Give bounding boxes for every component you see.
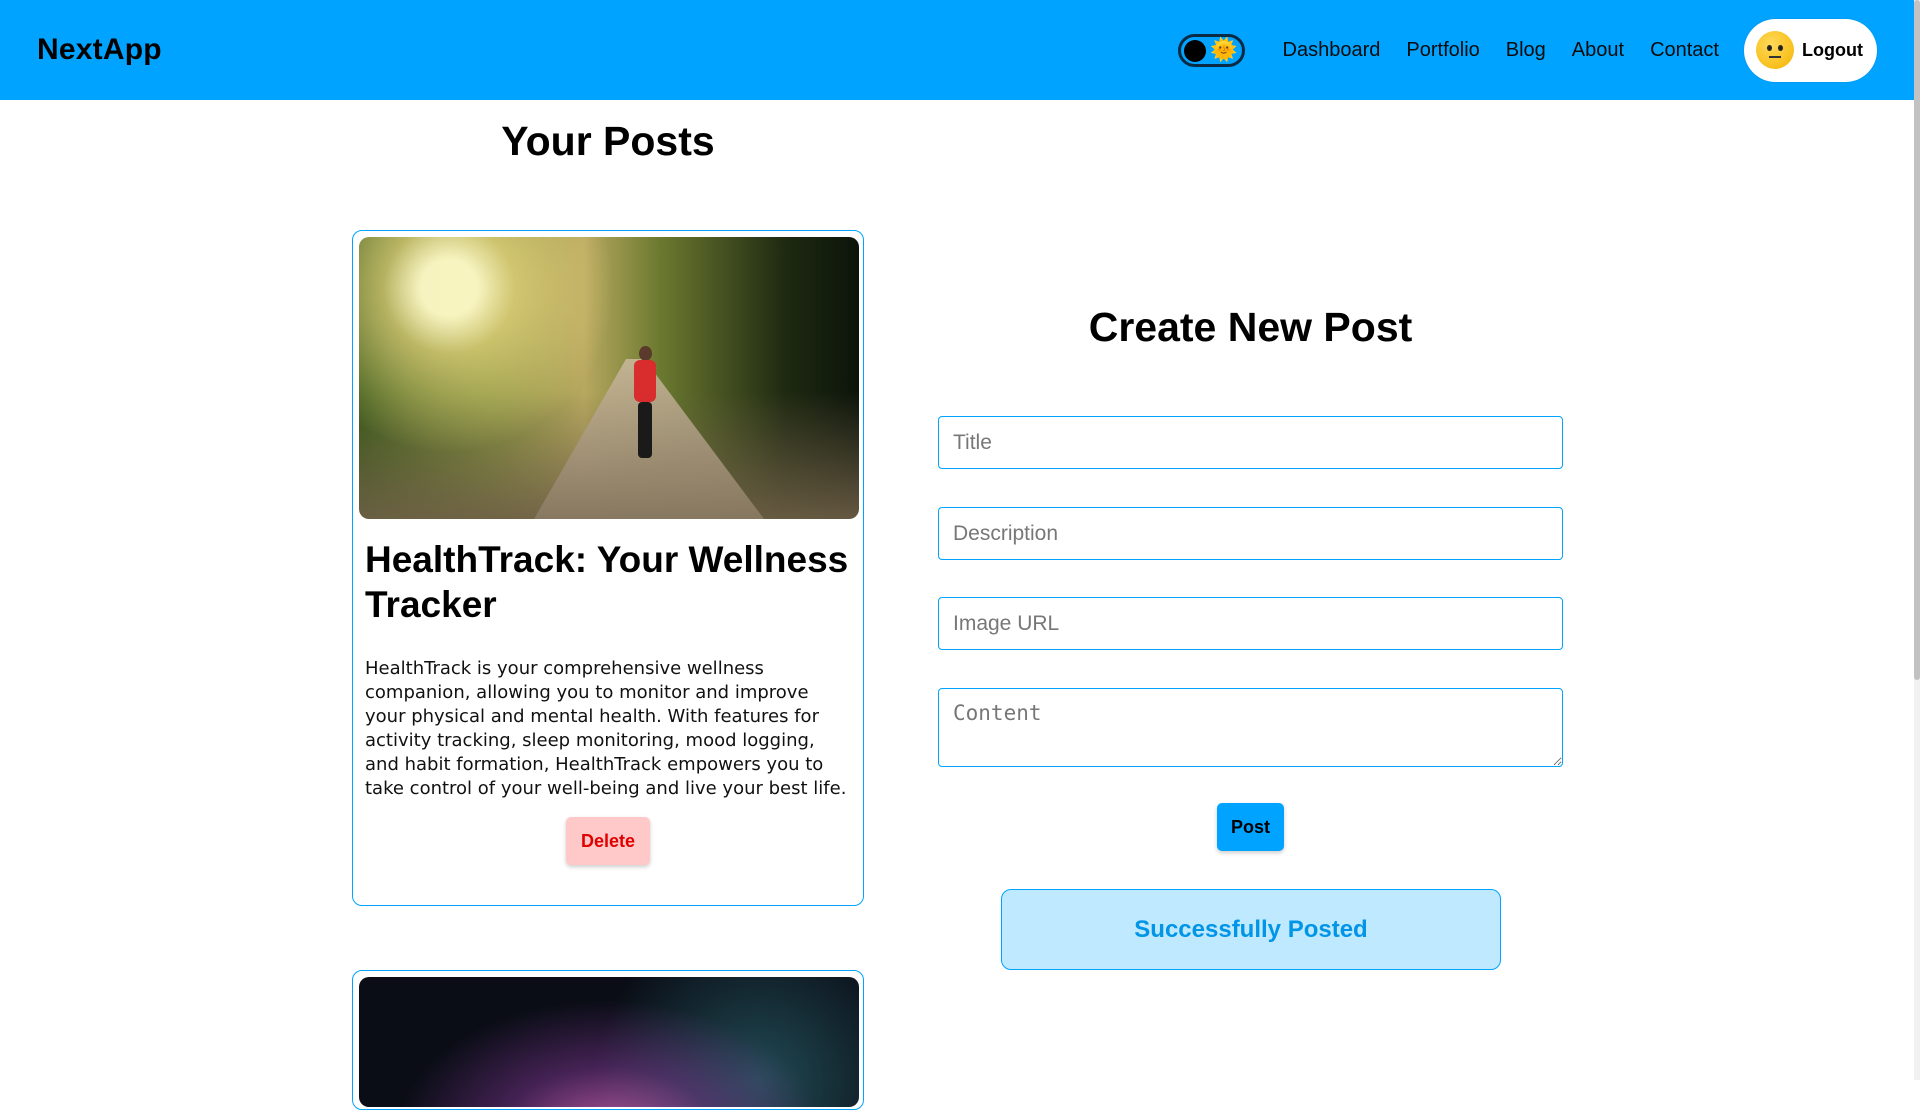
nav-link-contact[interactable]: Contact <box>1650 39 1719 62</box>
navbar: NextApp 🌞 Dashboard Portfolio Blog About… <box>0 0 1914 100</box>
post-image <box>359 977 859 1107</box>
image-url-input[interactable] <box>938 597 1563 650</box>
nav-link-dashboard[interactable]: Dashboard <box>1283 39 1381 62</box>
post-card: HealthTrack: Your Wellness Tracker Healt… <box>352 230 864 906</box>
post-image <box>359 237 859 519</box>
post-title: HealthTrack: Your Wellness Tracker <box>365 539 849 625</box>
title-input[interactable] <box>938 416 1563 469</box>
post-button[interactable]: Post <box>1217 803 1284 851</box>
posts-heading: Your Posts <box>501 118 715 164</box>
delete-button[interactable]: Delete <box>566 817 650 865</box>
post-card <box>352 970 864 1110</box>
avatar-face-icon <box>1756 31 1794 69</box>
description-input[interactable] <box>938 507 1563 560</box>
logout-label: Logout <box>1802 39 1863 60</box>
runner-body <box>634 360 656 402</box>
post-description: HealthTrack is your comprehensive wellne… <box>365 658 847 799</box>
success-message: Successfully Posted <box>1001 889 1501 970</box>
nav-link-blog[interactable]: Blog <box>1506 39 1546 62</box>
image-runner <box>634 342 656 472</box>
theme-toggle[interactable]: 🌞 <box>1177 33 1245 67</box>
avatar-eye-left <box>1767 45 1772 51</box>
avatar-eye-right <box>1778 45 1783 51</box>
brand-logo[interactable]: NextApp <box>37 33 162 67</box>
page-scrollbar[interactable] <box>1914 0 1920 1080</box>
runner-head <box>639 346 652 361</box>
nav-links: 🌞 Dashboard Portfolio Blog About Contact… <box>1177 18 1877 82</box>
avatar-mouth <box>1769 56 1781 58</box>
moon-knob-icon <box>1183 39 1206 62</box>
scrollbar-thumb[interactable] <box>1914 0 1920 680</box>
logout-button[interactable]: Logout <box>1744 18 1877 82</box>
create-post-heading: Create New Post <box>1088 304 1413 350</box>
content-textarea[interactable] <box>938 688 1563 767</box>
sun-icon: 🌞 <box>1210 36 1238 62</box>
runner-legs <box>638 402 652 458</box>
nav-link-about[interactable]: About <box>1572 39 1624 62</box>
nav-link-portfolio[interactable]: Portfolio <box>1406 39 1479 62</box>
